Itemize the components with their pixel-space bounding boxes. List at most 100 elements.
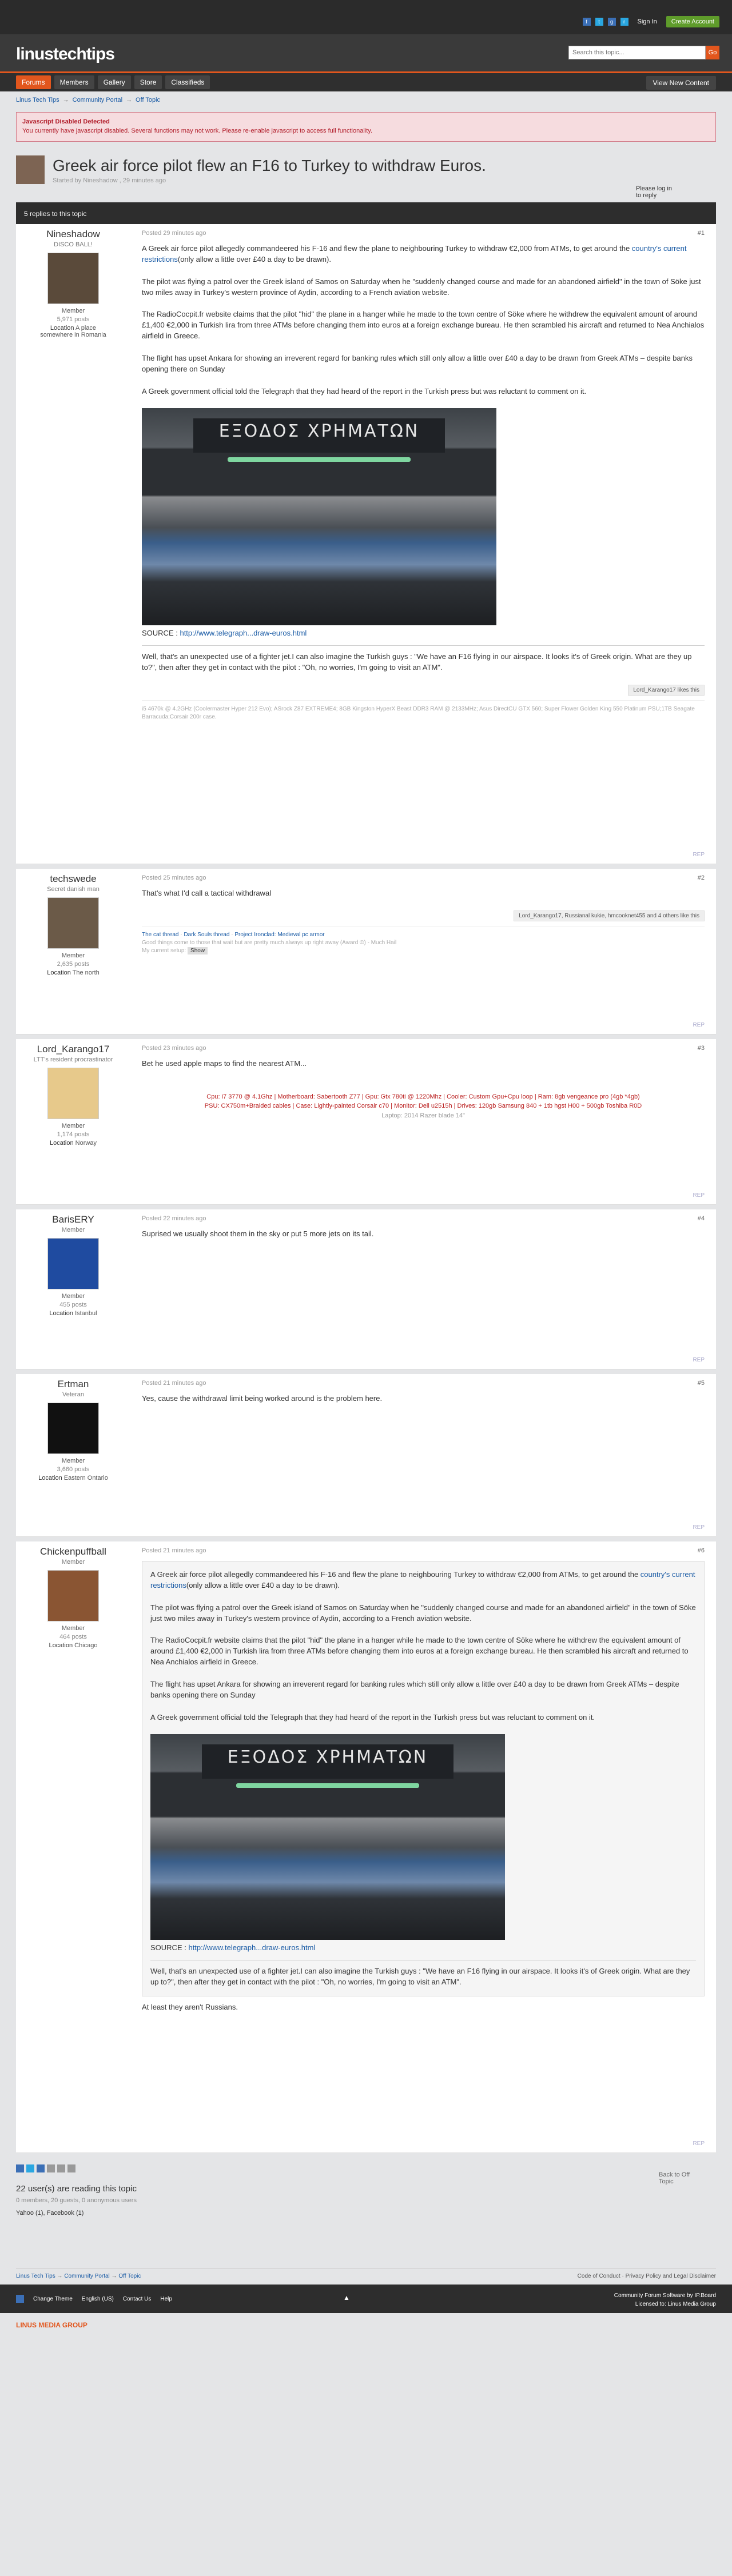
starter-avatar[interactable] [16,155,45,184]
legal-links[interactable]: Code of Conduct · Privacy Policy and Leg… [578,2273,716,2279]
author-title: Member [61,1227,85,1233]
sig-quote: Good things come to those that wait but … [142,939,397,946]
create-account-button[interactable]: Create Account [666,16,719,27]
language-select[interactable]: English (US) [82,2296,114,2302]
author-name[interactable]: Lord_Karango17 [16,1044,130,1055]
google-plus-icon[interactable]: g [607,18,616,26]
post-number[interactable]: #3 [698,1045,705,1052]
nav-tab-gallery[interactable]: Gallery [97,75,131,89]
avatar[interactable] [47,897,99,949]
search-input[interactable] [568,46,706,59]
login-to-reply-link[interactable]: Please log in to reply [636,185,676,199]
quote-p2: The pilot was flying a patrol over the G… [150,1603,696,1623]
footer-crumb-offtopic[interactable]: Off Topic [118,2273,141,2279]
author-name[interactable]: Nineshadow [16,229,130,240]
util-links: f t g r Sign In Create Account [582,16,719,27]
show-button[interactable]: Show [188,946,208,954]
author-name[interactable]: Ertman [16,1379,130,1390]
post-number[interactable]: #1 [698,230,705,237]
footer-crumb-portal[interactable]: Community Portal [64,2273,109,2279]
post-author: Chickenpuffball Member Member 464 posts … [16,1541,130,1649]
rss-icon[interactable] [16,2295,24,2303]
twitter-icon[interactable]: t [595,18,603,26]
change-theme-link[interactable]: Change Theme [33,2296,73,2302]
rss-icon[interactable]: r [620,18,628,26]
post-number[interactable]: #5 [698,1380,705,1387]
back-to-offtopic-link[interactable]: Back to Off Topic [659,2171,699,2185]
site-header: linustechtips Go [0,34,732,71]
rep-button[interactable]: REP [693,1524,705,1531]
facebook-icon[interactable]: f [582,18,591,26]
rep-button[interactable]: REP [693,1357,705,1363]
breadcrumb-offtopic[interactable]: Off Topic [136,97,160,103]
share-twitter-icon[interactable] [26,2164,34,2172]
rep-button[interactable]: REP [693,1192,705,1199]
share-print-icon[interactable] [57,2164,65,2172]
avatar[interactable] [47,1068,99,1119]
share-download-icon[interactable] [67,2164,75,2172]
top-bar: f t g r Sign In Create Account [0,0,732,34]
rep-button[interactable]: REP [693,1022,705,1028]
site-logo[interactable]: linustechtips [16,45,115,64]
post-body: Posted 22 minutes ago #4 Suprised we usua… [125,1209,716,1352]
author-group: Member [61,307,85,314]
signature: Cpu: i7 3770 @ 4.1Ghz | Motherboard: Sab… [142,1092,705,1121]
author-group: Member [61,952,85,959]
breadcrumb-home[interactable]: Linus Tech Tips [16,97,59,103]
likes-text[interactable]: Lord_Karango17 likes this [628,685,705,696]
article-p2: The pilot was flying a patrol over the G… [142,277,701,297]
quote-source-link[interactable]: http://www.telegraph...draw-euros.html [188,1943,315,1952]
post-author: BarisERY Member Member 455 posts Locatio… [16,1209,130,1317]
rep-button[interactable]: REP [693,2140,705,2147]
author-name[interactable]: techswede [16,873,130,885]
author-title: Member [61,1559,85,1565]
post-number[interactable]: #2 [698,874,705,881]
post-number[interactable]: #6 [698,1547,705,1554]
topic-header: Greek air force pilot flew an F16 to Tur… [16,149,716,200]
sig-link-darksouls[interactable]: Dark Souls thread [184,932,229,938]
sign-in-link[interactable]: Sign In [633,17,662,27]
avatar[interactable] [47,1570,99,1622]
sig-laptop: Laptop: 2014 Razer blade 14" [381,1112,465,1119]
author-location: Location Istanbul [16,1310,130,1317]
avatar[interactable] [47,253,99,304]
nav-tab-store[interactable]: Store [134,75,162,89]
location-label: Location [47,969,71,976]
forum-software[interactable]: Community Forum Software by IP.Board [614,2291,716,2300]
likes-text[interactable]: Lord_Karango17, Russianal kukie, hmcookn… [514,910,705,921]
sig-link-cat[interactable]: The cat thread [142,932,178,938]
search-button[interactable]: Go [706,46,719,59]
view-new-content-button[interactable]: View New Content [646,76,716,90]
breadcrumb-portal[interactable]: Community Portal [73,97,122,103]
rep-button[interactable]: REP [693,852,705,858]
nav-tab-classifieds[interactable]: Classifieds [165,75,210,89]
likes-bar: Lord_Karango17, Russianal kukie, hmcookn… [142,910,705,921]
sig-link-ironclad[interactable]: Project Ironclad: Medieval pc armor [234,932,324,938]
author-name[interactable]: Chickenpuffball [16,1546,130,1557]
author-title: Secret danish man [47,886,100,893]
post-body: Posted 23 minutes ago #3 Bet he used appl… [125,1039,716,1188]
post-time: Posted 21 minutes ago [142,1380,206,1387]
article-p3: The RadioCocpit.fr website claims that t… [142,310,705,341]
avatar[interactable] [47,1403,99,1454]
source-link[interactable]: http://www.telegraph...draw-euros.html [180,629,307,637]
contact-us-link[interactable]: Contact Us [123,2296,151,2302]
help-link[interactable]: Help [160,2296,172,2302]
scroll-top-icon[interactable]: ▲ [343,2294,350,2302]
footer-crumb-home[interactable]: Linus Tech Tips [16,2273,55,2279]
post-meta: Posted 21 minutes ago #6 [142,1547,705,1554]
share-google-icon[interactable] [37,2164,45,2172]
share-facebook-icon[interactable] [16,2164,24,2172]
quote-source-line: SOURCE : http://www.telegraph...draw-eur… [150,1943,316,1952]
nav-tab-members[interactable]: Members [54,75,94,89]
nav-tab-forums[interactable]: Forums [16,75,51,89]
post-time: Posted 25 minutes ago [142,874,206,881]
location-value: Istanbul [75,1310,97,1317]
author-name[interactable]: BarisERY [16,1214,130,1225]
avatar[interactable] [47,1238,99,1289]
share-email-icon[interactable] [47,2164,55,2172]
license-text: Licensed to: Linus Media Group [635,2301,716,2307]
post-time: Posted 29 minutes ago [142,230,206,237]
likes-bar: Lord_Karango17 likes this [142,685,705,696]
post-number[interactable]: #4 [698,1215,705,1222]
